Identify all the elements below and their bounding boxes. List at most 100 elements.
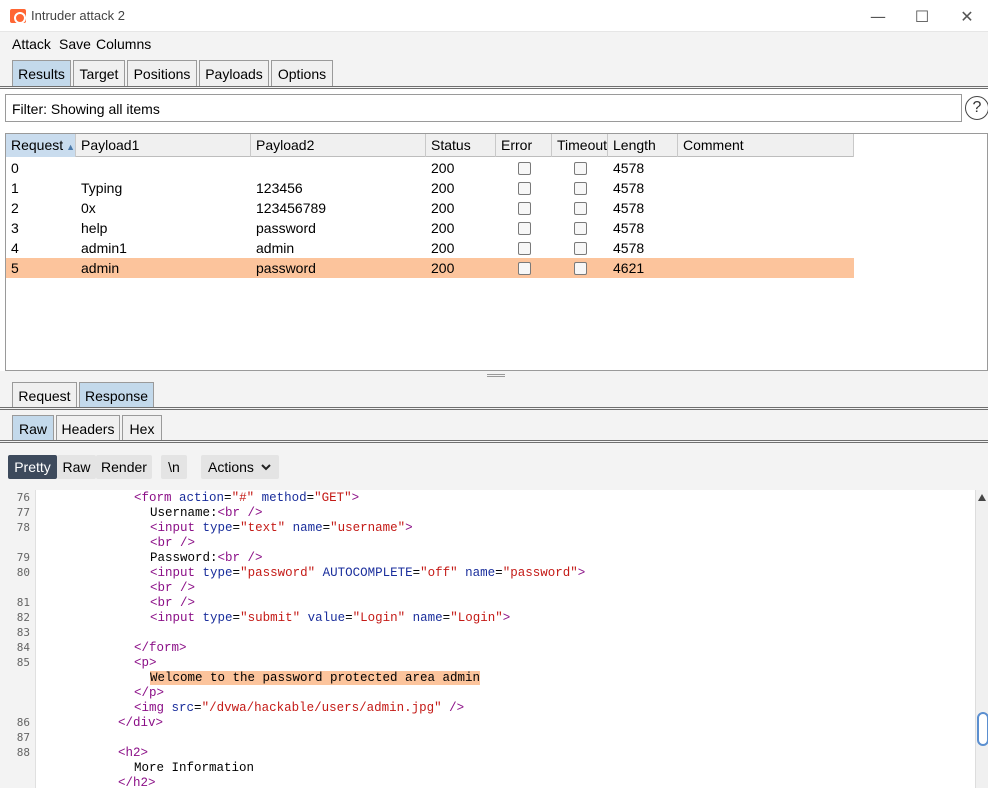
code-line: <br /> [150, 536, 196, 550]
timeout-checkbox [574, 162, 587, 175]
table-header: Request ▲ Payload1 Payload2 Status Error … [6, 134, 854, 157]
line-number: 84 [16, 641, 30, 654]
code-line: </form> [134, 641, 187, 655]
table-row[interactable]: 4 admin1 admin 200 4578 [6, 238, 854, 258]
tab-divider [0, 440, 988, 443]
menu-save[interactable]: Save [59, 36, 91, 52]
tab-request[interactable]: Request [12, 382, 77, 408]
line-number: 79 [16, 551, 30, 564]
filter-bar[interactable]: Filter: Showing all items [5, 94, 962, 122]
pretty-button[interactable]: Pretty [8, 455, 57, 479]
cell-status: 200 [431, 240, 455, 256]
tab-payloads[interactable]: Payloads [199, 60, 269, 86]
column-header-request[interactable]: Request ▲ [6, 134, 76, 157]
code-line: <input type="password" AUTOCOMPLETE="off… [150, 566, 586, 580]
column-header-payload2[interactable]: Payload2 [251, 134, 426, 157]
cell-length: 4578 [613, 220, 645, 236]
render-button[interactable]: Render [96, 455, 152, 479]
cell-length: 4621 [613, 260, 645, 276]
burp-logo-icon [10, 9, 26, 24]
cell-length: 4578 [613, 180, 645, 196]
code-line: <form action="#" method="GET"> [134, 491, 360, 505]
column-header-status[interactable]: Status [426, 134, 496, 157]
cell-request: 4 [11, 240, 19, 256]
actions-label: Actions [208, 459, 254, 475]
cell-status: 200 [431, 220, 455, 236]
column-header-comment[interactable]: Comment [678, 134, 854, 157]
cell-request: 2 [11, 200, 19, 216]
error-checkbox [518, 202, 531, 215]
close-button[interactable]: ✕ [944, 2, 988, 30]
response-editor[interactable]: 76 77 78 79 80 81 82 83 84 85 86 87 88 <form action=… [0, 490, 988, 790]
code-line: <p> [134, 656, 157, 670]
table-row[interactable]: 3 help password 200 4578 [6, 218, 854, 238]
cell-payload1: admin [81, 260, 120, 276]
code-line: More Information [134, 761, 255, 775]
column-header-timeout[interactable]: Timeout [552, 134, 608, 157]
column-header-error[interactable]: Error [496, 134, 552, 157]
cell-request: 5 [11, 260, 19, 276]
tab-headers[interactable]: Headers [56, 415, 120, 441]
line-number: 76 [16, 491, 30, 504]
column-header-length[interactable]: Length [608, 134, 678, 157]
column-header-payload1[interactable]: Payload1 [76, 134, 251, 157]
cell-length: 4578 [613, 160, 645, 176]
scroll-up-arrow-icon[interactable] [978, 494, 986, 501]
line-number: 87 [16, 731, 30, 744]
cell-request: 3 [11, 220, 19, 236]
newline-toggle-button[interactable]: \n [161, 455, 187, 479]
menu-columns[interactable]: Columns [96, 36, 151, 52]
timeout-checkbox [574, 242, 587, 255]
cell-payload1: Typing [81, 180, 123, 196]
code-line: </p> [134, 686, 165, 700]
line-number: 86 [16, 716, 30, 729]
line-number: 83 [16, 626, 30, 639]
timeout-checkbox [574, 182, 587, 195]
table-row[interactable]: 1 Typing 123456 200 4578 [6, 178, 854, 198]
cell-payload2: 123456789 [256, 200, 327, 216]
error-checkbox [518, 162, 531, 175]
table-row[interactable]: 2 0x 123456789 200 4578 [6, 198, 854, 218]
cell-request: 0 [11, 160, 19, 176]
table-row[interactable]: 5 admin password 200 4621 [6, 258, 854, 278]
line-number-gutter: 76 77 78 79 80 81 82 83 84 85 86 87 88 [0, 490, 36, 788]
splitter-grip-icon[interactable] [487, 374, 505, 377]
menu-bar: Attack Save Columns [0, 32, 988, 56]
tab-results[interactable]: Results [12, 60, 71, 86]
code-line: Welcome to the password protected area a… [150, 671, 481, 685]
search-match-highlight: Welcome to the password protected area a… [150, 671, 481, 685]
error-checkbox [518, 182, 531, 195]
line-number: 80 [16, 566, 30, 579]
cell-status: 200 [431, 260, 455, 276]
filter-label: Filter: Showing all items [12, 101, 160, 117]
cell-status: 200 [431, 180, 455, 196]
code-line: </div> [118, 716, 164, 730]
cell-length: 4578 [613, 200, 645, 216]
menu-attack[interactable]: Attack [12, 36, 51, 52]
maximize-button[interactable]: ☐ [899, 2, 945, 30]
raw-button[interactable]: Raw [57, 455, 96, 479]
cell-payload2: password [256, 220, 316, 236]
tab-positions[interactable]: Positions [127, 60, 197, 86]
tab-hex[interactable]: Hex [122, 415, 162, 441]
code-line: <input type="text" name="username"> [150, 521, 413, 535]
cell-length: 4578 [613, 240, 645, 256]
tab-response[interactable]: Response [79, 382, 154, 408]
cell-payload2: 123456 [256, 180, 303, 196]
help-icon[interactable]: ? [965, 96, 988, 120]
cell-payload1: help [81, 220, 108, 236]
tab-target[interactable]: Target [73, 60, 125, 86]
tab-divider [0, 86, 988, 89]
actions-dropdown[interactable]: Actions [201, 455, 279, 479]
tab-options[interactable]: Options [271, 60, 333, 86]
sort-ascending-icon: ▲ [66, 142, 76, 152]
cell-status: 200 [431, 200, 455, 216]
tab-raw[interactable]: Raw [12, 415, 54, 441]
cell-payload2: password [256, 260, 316, 276]
results-table: Request ▲ Payload1 Payload2 Status Error … [5, 133, 988, 371]
table-row[interactable]: 0 200 4578 [6, 158, 854, 178]
code-line: <br /> [150, 596, 196, 610]
minimize-button[interactable]: — [855, 2, 901, 30]
scrollbar-thumb[interactable] [977, 712, 988, 746]
error-checkbox [518, 222, 531, 235]
